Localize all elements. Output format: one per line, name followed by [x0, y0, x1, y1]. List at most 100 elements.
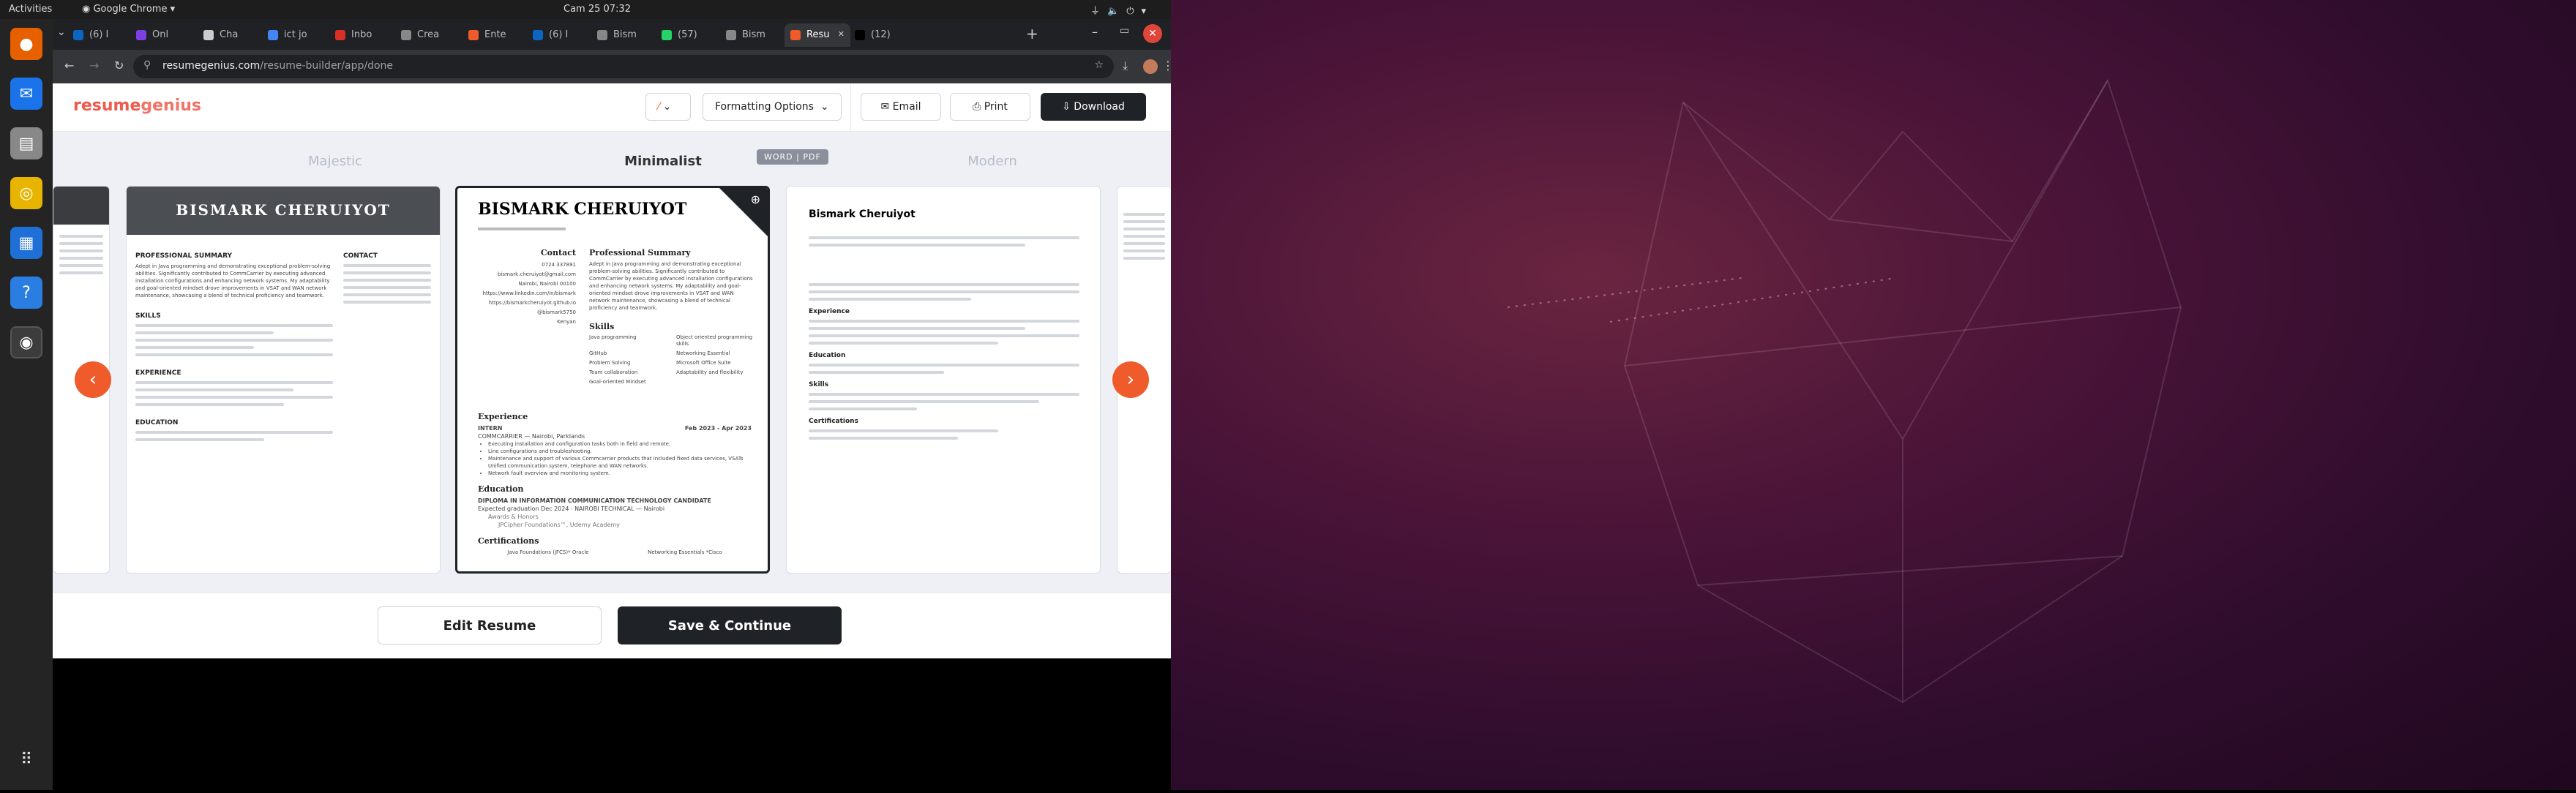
contact-item: Kenyan: [557, 319, 576, 325]
tab-label: Inbo: [351, 29, 372, 40]
email-icon: ✉: [880, 101, 890, 113]
bookmark-star-icon[interactable]: ☆: [1094, 59, 1104, 71]
template-name-right[interactable]: Modern: [839, 154, 1146, 169]
resume-genius-logo[interactable]: resumegenius: [73, 97, 201, 115]
minimalist-name: BISMARK CHERUIYOT: [478, 200, 687, 219]
print-label: Print: [984, 101, 1008, 113]
modern-name: Bismark Cheruiyot: [809, 208, 916, 220]
rhythmbox-icon[interactable]: ◎: [10, 177, 42, 209]
profile-avatar[interactable]: [1143, 59, 1158, 74]
back-icon[interactable]: ←: [64, 59, 74, 72]
download-label: Download: [1074, 101, 1125, 113]
menu-kebab-icon[interactable]: ⋮: [1162, 59, 1174, 72]
show-apps-icon[interactable]: ⠿: [10, 743, 42, 775]
tab-favicon-icon: [268, 30, 278, 40]
tab-favicon-icon: [662, 30, 672, 40]
close-window-icon[interactable]: ✕: [1143, 24, 1162, 43]
tab-favicon-icon: [597, 30, 607, 40]
downloads-icon[interactable]: ⤓: [1123, 59, 1128, 73]
power-icon: ⏻: [1126, 6, 1142, 17]
browser-tab[interactable]: Crea: [395, 23, 458, 47]
format-badge: WORD | PDF: [757, 149, 828, 165]
system-top-bar: Activities ◉ Google Chrome ▾ Cam 25 07:3…: [0, 0, 1171, 19]
tab-label: (57): [678, 29, 697, 40]
job-bullet: Network fault overview and monitoring sy…: [488, 470, 752, 477]
formatting-options-button[interactable]: Formatting Options ⌄: [703, 93, 842, 121]
desktop-wallpaper: [1171, 0, 2576, 790]
chrome-small-icon: ◉: [82, 4, 94, 15]
zoom-icon[interactable]: ⊕: [751, 192, 760, 206]
email-button[interactable]: ✉ Email: [861, 93, 941, 121]
job-bullet: Line configurations and troubleshooting.: [488, 448, 752, 455]
tab-favicon-icon: [855, 30, 865, 40]
minimalist-experience-heading: Experience: [478, 412, 528, 421]
corner-fold: [718, 188, 768, 238]
close-tab-icon[interactable]: ✕: [838, 29, 845, 39]
tab-favicon-icon: [203, 30, 214, 40]
minimalist-summary-text: Adept in Java programming and demonstrat…: [589, 261, 753, 311]
save-continue-button[interactable]: Save & Continue: [618, 606, 842, 644]
contact-item: 0724 337891: [542, 262, 576, 268]
pen-icon: ⁄: [658, 101, 660, 113]
site-info-icon[interactable]: ⚲: [143, 59, 151, 71]
template-card-majestic[interactable]: BISMARK CHERUIYOT PROFESSIONAL SUMMARY A…: [126, 186, 441, 574]
edit-resume-button[interactable]: Edit Resume: [378, 606, 602, 644]
logo-word-resume: resume: [73, 97, 141, 115]
address-bar[interactable]: ⚲ resumegenius.com/resume-builder/app/do…: [133, 55, 1114, 78]
chrome-icon[interactable]: ◉: [10, 326, 42, 358]
browser-tab[interactable]: (12): [849, 23, 912, 47]
tab-favicon-icon: [73, 30, 83, 40]
help-icon[interactable]: ?: [10, 277, 42, 309]
email-label: Email: [892, 101, 921, 113]
browser-tab[interactable]: Onl: [130, 23, 193, 47]
minimize-icon[interactable]: –: [1092, 25, 1098, 39]
majestic-education-heading: EDUCATION: [135, 419, 179, 426]
files-icon[interactable]: ▤: [10, 127, 42, 159]
forward-icon[interactable]: →: [89, 59, 99, 72]
app-menu[interactable]: ◉ Google Chrome ▾: [82, 4, 175, 15]
browser-tab[interactable]: Ente: [463, 23, 525, 47]
volume-icon: 🔈: [1107, 6, 1127, 17]
carousel-prev-button[interactable]: ‹: [75, 361, 111, 398]
system-tray[interactable]: ⏚🔈⏻▾: [1090, 3, 1153, 17]
chevron-down-icon: ⌄: [820, 101, 829, 113]
browser-tab[interactable]: Inbo: [329, 23, 392, 47]
maximize-icon[interactable]: ▭: [1120, 25, 1129, 37]
contact-item: Nairobi, Nairobi 00100: [518, 281, 576, 287]
dock: ● ✉ ▤ ◎ ▦ ? ◉ ⠿: [0, 19, 53, 790]
majestic-experience-heading: EXPERIENCE: [135, 369, 181, 377]
template-card-modern[interactable]: Bismark Cheruiyot Experience Education S…: [786, 186, 1101, 574]
browser-tab[interactable]: Resu ✕: [785, 23, 850, 47]
browser-tab[interactable]: (57): [656, 23, 719, 47]
download-button[interactable]: ⇩ Download: [1041, 93, 1146, 121]
print-button[interactable]: ⎙ Print: [950, 93, 1030, 121]
reload-icon[interactable]: ↻: [114, 59, 124, 72]
browser-tab[interactable]: ict jo: [262, 23, 325, 47]
new-tab-icon[interactable]: +: [1026, 25, 1038, 42]
clock[interactable]: Cam 25 07:32: [564, 4, 631, 15]
tab-label: Ente: [484, 29, 506, 40]
browser-tab[interactable]: (6) I: [67, 23, 130, 47]
majestic-summary-heading: PROFESSIONAL SUMMARY: [135, 252, 233, 260]
tab-label: Resu: [806, 29, 830, 40]
browser-tab[interactable]: Bism: [591, 23, 654, 47]
writer-icon[interactable]: ▦: [10, 227, 42, 259]
firefox-icon[interactable]: ●: [10, 28, 42, 60]
job-title: INTERN: [478, 425, 503, 432]
tab-label: (12): [871, 29, 891, 40]
majestic-skills-heading: SKILLS: [135, 312, 161, 320]
app-name: Google Chrome: [93, 4, 168, 15]
activities-button[interactable]: Activities: [9, 4, 52, 15]
color-picker-button[interactable]: ⁄ ⌄: [645, 93, 691, 121]
browser-tab[interactable]: Cha: [198, 23, 261, 47]
template-name-left[interactable]: Majestic: [181, 154, 489, 169]
skill-item: Java programming: [589, 334, 637, 340]
thunderbird-icon[interactable]: ✉: [10, 78, 42, 110]
tab-search-icon[interactable]: ⌄: [57, 26, 66, 38]
template-card-minimalist[interactable]: ⊕ BISMARK CHERUIYOT Contact 0724 337891 b…: [455, 186, 770, 574]
browser-tab[interactable]: Bism: [720, 23, 783, 47]
tab-label: Bism: [613, 29, 637, 40]
browser-tab[interactable]: (6) I: [527, 23, 590, 47]
carousel-next-button[interactable]: ›: [1112, 361, 1149, 398]
skill-item: Microsoft Office Suite: [676, 360, 731, 366]
